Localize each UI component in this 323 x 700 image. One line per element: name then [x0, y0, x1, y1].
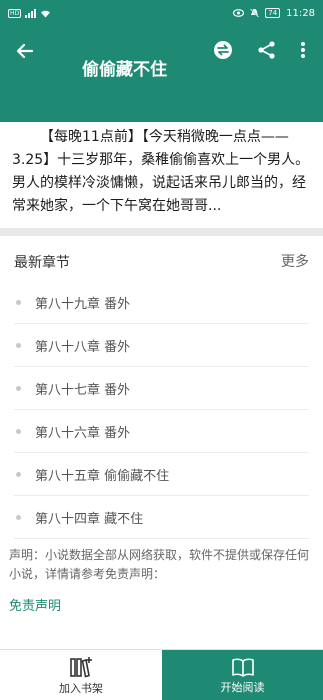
circle-swap-icon — [214, 41, 232, 59]
status-bar: HD 74 11:28 — [0, 0, 323, 26]
more-options-button[interactable] — [292, 37, 314, 63]
chapter-label: 第八十六章 番外 — [35, 425, 131, 441]
back-arrow-icon — [16, 43, 34, 59]
disclaimer-link[interactable]: 免责声明 — [9, 595, 61, 614]
battery-indicator: 74 — [265, 8, 281, 18]
chapter-label: 第八十五章 偷偷藏不住 — [35, 468, 170, 484]
start-reading-label: 开始阅读 — [220, 680, 265, 694]
status-right: 74 11:28 — [233, 8, 315, 19]
chapter-label: 第八十七章 番外 — [35, 382, 131, 398]
signal-icon — [25, 8, 37, 18]
disclaimer-text: 声明：小说数据全部从网络获取，软件不提供或保存任何小说，详情请参考免责声明： — [9, 548, 310, 581]
bookshelf-add-icon — [70, 656, 92, 678]
chapter-label: 第八十四章 藏不住 — [35, 511, 144, 527]
section-divider — [0, 228, 323, 236]
chapter-item[interactable]: 第八十七章 番外 — [14, 367, 309, 410]
status-left: HD — [8, 8, 51, 18]
latest-chapters-title: 最新章节 — [14, 255, 70, 271]
share-icon — [258, 41, 275, 59]
chapter-list: 第八十九章 番外 第八十八章 番外 第八十七章 番外 第八十六章 番外 第八十五… — [0, 281, 323, 539]
eye-icon — [233, 9, 245, 17]
chapter-item[interactable]: 第八十六章 番外 — [14, 410, 309, 453]
bullet-dot-icon — [16, 471, 21, 477]
bullet-dot-icon — [16, 428, 21, 434]
wifi-icon — [41, 10, 51, 17]
status-time: 11:28 — [286, 7, 315, 19]
bullet-dot-icon — [16, 514, 21, 520]
start-reading-button[interactable]: 开始阅读 — [162, 650, 323, 700]
book-intro[interactable]: 【每晚11点前】【今天稍微晚一点点——3.25】十三岁那年，桑稚偷偷喜欢上一个男… — [0, 122, 323, 228]
source-switch-button[interactable] — [210, 37, 236, 63]
add-to-shelf-button[interactable]: 加入书架 — [0, 650, 162, 700]
more-vert-icon — [301, 42, 305, 58]
bullet-dot-icon — [16, 342, 21, 348]
share-button[interactable] — [254, 37, 280, 63]
chapter-item[interactable]: 第八十八章 番外 — [14, 324, 309, 367]
app-bar: 偷偷藏不住 — [0, 26, 323, 122]
hd-badge: HD — [8, 8, 22, 18]
chapter-label: 第八十九章 番外 — [35, 296, 131, 312]
bottom-action-bar: 加入书架 开始阅读 — [0, 649, 323, 700]
mute-bell-icon — [250, 8, 260, 18]
back-button[interactable] — [10, 36, 40, 66]
chapter-item[interactable]: 第八十九章 番外 — [14, 281, 309, 324]
more-chapters-link[interactable]: 更多 — [281, 251, 309, 271]
open-book-icon — [231, 658, 254, 677]
bullet-dot-icon — [16, 299, 21, 305]
chapter-item[interactable]: 第八十五章 偷偷藏不住 — [14, 453, 309, 496]
page-title: 偷偷藏不住 — [82, 60, 167, 80]
chapter-label: 第八十八章 番外 — [35, 339, 131, 355]
chapter-item[interactable]: 第八十四章 藏不住 — [14, 496, 309, 539]
add-to-shelf-label: 加入书架 — [59, 681, 103, 695]
latest-chapters-header: 最新章节 更多 — [0, 244, 323, 274]
bullet-dot-icon — [16, 385, 21, 391]
